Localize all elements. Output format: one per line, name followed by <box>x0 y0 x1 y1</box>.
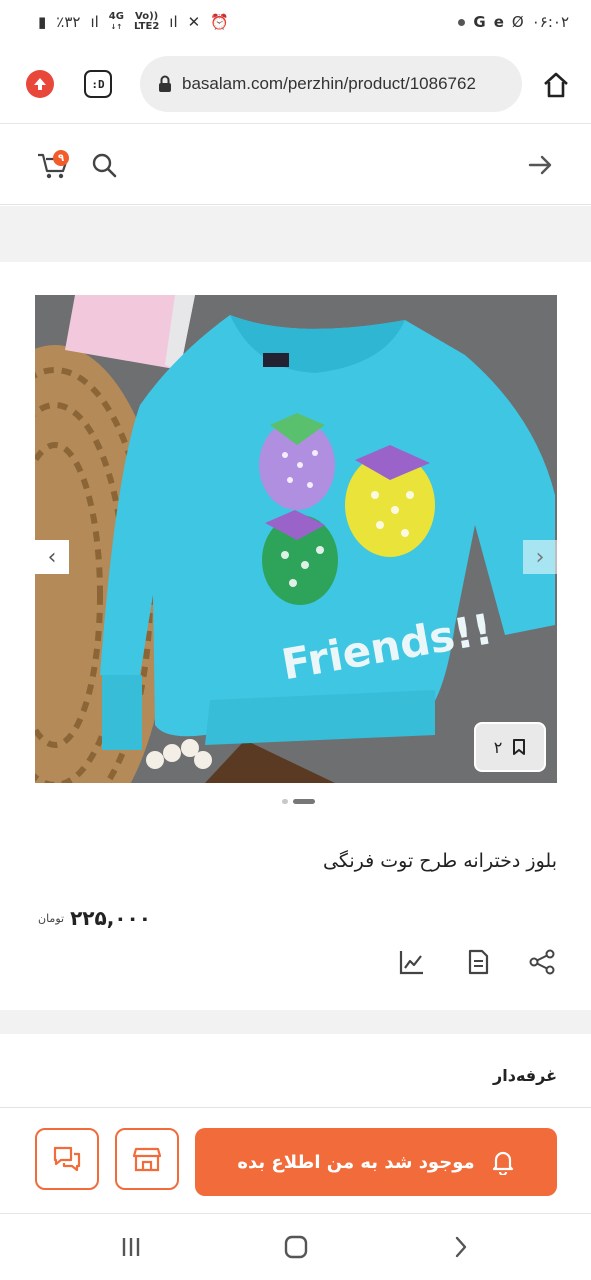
upload-extension-icon[interactable] <box>26 70 54 98</box>
search-icon[interactable] <box>90 151 118 179</box>
signal-icon: ıl <box>90 13 99 31</box>
mute-icon: ✕ <box>187 13 201 31</box>
currency-unit: تومان <box>38 911 65 925</box>
bottom-action-bar: موجود شد به من اطلاع بده <box>0 1107 591 1213</box>
pagination-dot[interactable] <box>282 799 288 804</box>
site-header <box>0 125 591 205</box>
network-indicator: 4G ↓↑ <box>109 12 124 32</box>
back-nav-button[interactable] <box>445 1232 477 1262</box>
bookmark-icon <box>513 739 526 755</box>
recent-apps-icon <box>122 1238 140 1256</box>
seller-heading: غرفه‌دار <box>493 1066 557 1085</box>
lte-label: LTE2 <box>133 21 160 32</box>
system-navigation-bar <box>0 1213 591 1280</box>
product-image[interactable]: Friends!! <box>35 295 557 783</box>
section-divider <box>0 206 591 262</box>
chevron-right-icon <box>455 1236 467 1258</box>
notify-label: موجود شد به من اطلاع بده <box>237 1151 475 1173</box>
product-photo: Friends!! <box>35 295 557 783</box>
bookmark-count: ۲ <box>493 737 503 757</box>
section-divider-2 <box>0 1010 591 1034</box>
clock: ۰۶:۰۲ <box>531 13 569 31</box>
address-bar[interactable]: basalam.com/perzhin/product/1086762 <box>140 56 522 112</box>
next-image-button[interactable]: › <box>523 540 557 574</box>
status-left: ▮ ٪۳۲ ıl 4G ↓↑ Vo)) LTE2 ıl ✕ ⏰ <box>38 12 229 32</box>
url-text: basalam.com/perzhin/product/1086762 <box>182 74 476 93</box>
signal-2-icon: ıl <box>169 13 178 31</box>
store-button[interactable] <box>115 1128 179 1190</box>
battery-icon: ▮ <box>38 13 47 31</box>
battery-percent: ٪۳۲ <box>56 13 81 31</box>
chat-icon <box>53 1146 81 1172</box>
volte-indicator: Vo)) LTE2 <box>134 12 159 32</box>
chat-button[interactable] <box>35 1128 99 1190</box>
price-value: ۲۲۵,۰۰۰ <box>70 906 151 930</box>
pagination-dot-active[interactable] <box>293 799 315 804</box>
alarm-icon: ⏰ <box>210 13 229 31</box>
price-chart-icon[interactable] <box>398 948 426 976</box>
bookmark-count-chip[interactable]: ۲ <box>474 722 546 772</box>
extension-d-icon[interactable]: :D <box>84 70 112 98</box>
home-nav-icon <box>284 1235 308 1259</box>
recent-apps-button[interactable] <box>115 1232 147 1262</box>
share-icon[interactable] <box>528 948 556 976</box>
document-icon[interactable] <box>464 948 492 976</box>
store-icon <box>132 1147 162 1172</box>
notification-dot-icon <box>458 18 466 26</box>
previous-image-button[interactable]: ‹ <box>35 540 69 574</box>
product-title: بلوز دخترانه طرح توت فرنگی <box>323 850 557 872</box>
image-pagination <box>282 799 315 804</box>
browser-toolbar: :D basalam.com/perzhin/product/1086762 <box>0 44 591 124</box>
status-right: G e Ø ۰۶:۰۲ <box>458 13 569 31</box>
home-nav-button[interactable] <box>280 1232 312 1262</box>
edge-icon: e <box>493 13 504 31</box>
home-icon[interactable] <box>541 70 571 100</box>
bell-icon <box>492 1151 513 1175</box>
network-arrows-icon: ↓↑ <box>110 23 123 31</box>
status-bar: ▮ ٪۳۲ ıl 4G ↓↑ Vo)) LTE2 ıl ✕ ⏰ G e Ø ۰۶… <box>0 0 591 44</box>
price: تومان ۲۲۵,۰۰۰ <box>38 906 151 930</box>
google-icon: G <box>473 13 486 31</box>
app-icon: Ø <box>511 13 524 31</box>
product-actions <box>0 944 591 984</box>
notify-when-available-button[interactable]: موجود شد به من اطلاع بده <box>195 1128 557 1196</box>
lock-icon <box>159 75 171 92</box>
back-arrow-icon[interactable] <box>526 151 554 179</box>
cart-badge: ۹ <box>53 150 69 166</box>
network-label: 4G <box>108 11 124 22</box>
